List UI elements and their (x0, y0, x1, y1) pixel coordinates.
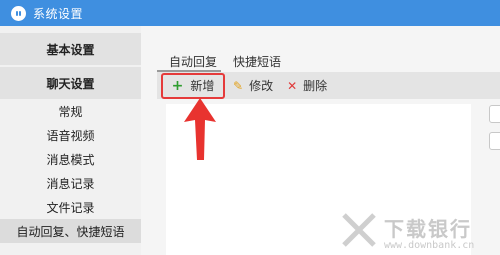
pencil-icon: ✎ (233, 78, 244, 93)
edit-button[interactable]: ✎ 修改 (233, 72, 273, 99)
tab-auto-reply[interactable]: 自动回复 (157, 52, 222, 72)
sidebar-section-chat[interactable]: 聊天设置 (0, 67, 141, 99)
sidebar-section-basic[interactable]: 基本设置 (0, 33, 141, 65)
sidebar-item-message-history[interactable]: 消息记录 (0, 171, 141, 195)
toolbar: + 新增 ✎ 修改 ✕ 删除 (157, 72, 500, 99)
title-bar: 系统设置 (0, 0, 500, 26)
settings-sidebar: 基本设置 聊天设置 常规 语音视频 消息模式 消息记录 文件记录 自动回复、快捷… (0, 26, 141, 255)
watermark-logo-icon (342, 213, 376, 247)
watermark-text: 下载银行 (384, 217, 472, 241)
add-button-label: 新增 (190, 79, 215, 93)
sidebar-item-auto-reply[interactable]: 自动回复、快捷短语 (0, 219, 141, 243)
add-button[interactable]: + 新增 (161, 72, 225, 99)
delete-button-label: 删除 (303, 79, 328, 93)
tab-quick-phrases[interactable]: 快捷短语 (221, 52, 285, 72)
side-action-button[interactable] (489, 132, 500, 150)
annotation-arrow-icon (184, 98, 216, 160)
delete-button[interactable]: ✕ 删除 (287, 72, 327, 99)
app-logo-icon (11, 5, 26, 21)
window-title: 系统设置 (33, 6, 84, 21)
tab-bar: 自动回复 快捷短语 (157, 52, 285, 72)
watermark-url: www.downbank.cn (384, 240, 475, 251)
sidebar-item-general[interactable]: 常规 (0, 99, 141, 123)
watermark: 下载银行 www.downbank.cn (340, 207, 500, 255)
sidebar-item-message-mode[interactable]: 消息模式 (0, 147, 141, 171)
plus-icon: + (171, 77, 184, 94)
side-action-button[interactable] (489, 105, 500, 123)
x-icon: ✕ (287, 78, 298, 93)
edit-button-label: 修改 (249, 79, 274, 93)
sidebar-item-file-history[interactable]: 文件记录 (0, 195, 141, 219)
sidebar-item-voice-video[interactable]: 语音视频 (0, 123, 141, 147)
